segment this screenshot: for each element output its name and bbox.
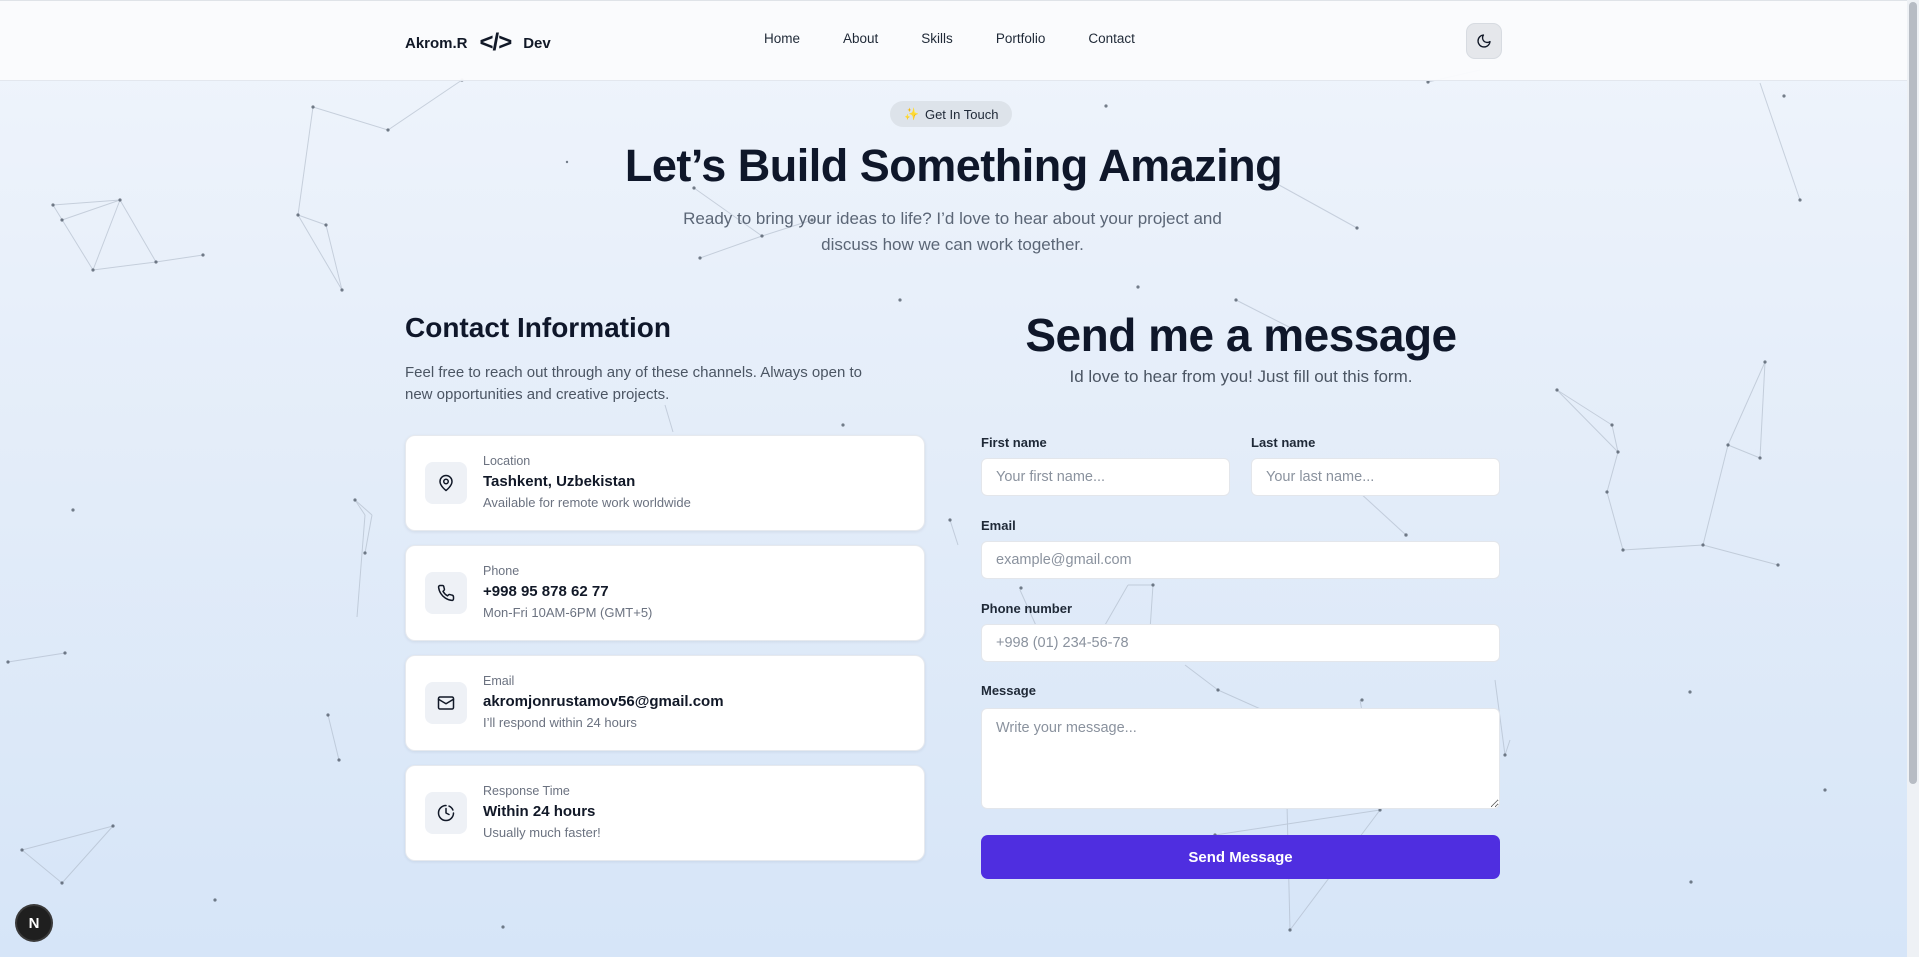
- email-input[interactable]: [981, 541, 1500, 579]
- nav-link-portfolio[interactable]: Portfolio: [996, 31, 1046, 46]
- theme-toggle-button[interactable]: [1466, 23, 1502, 59]
- last-name-label: Last name: [1251, 435, 1316, 450]
- brand-name: Akrom.R: [405, 34, 468, 52]
- nav-link-contact[interactable]: Contact: [1088, 31, 1135, 46]
- hero-subtitle: Ready to bring your ideas to life? I’d l…: [683, 209, 1222, 254]
- form-subtitle: Id love to hear from you! Just fill out …: [1069, 367, 1413, 386]
- response-time-card: Response Time Within 24 hours Usually mu…: [405, 765, 925, 861]
- dev-tools-badge[interactable]: N: [17, 906, 51, 940]
- message-label: Message: [981, 683, 1036, 698]
- phone-icon: [437, 584, 455, 602]
- phone-card: Phone +998 95 878 62 77 Mon-Fri 10AM-6PM…: [405, 545, 925, 641]
- email-note: I’ll respond within 24 hours: [483, 715, 637, 730]
- first-name-label: First name: [981, 435, 1047, 450]
- sparkles-icon: ✨: [904, 107, 919, 121]
- response-time-value: Within 24 hours: [483, 803, 596, 820]
- phone-label: Phone: [483, 564, 520, 578]
- clock-icon: [437, 804, 455, 822]
- phone-number-input[interactable]: [981, 624, 1500, 662]
- hero-title: Let’s Build Something Amazing: [624, 140, 1283, 191]
- nav-links: Home About Skills Portfolio Contact: [764, 31, 1178, 46]
- brand-logo[interactable]: Akrom.R </> Dev: [405, 29, 551, 57]
- nav-link-skills[interactable]: Skills: [921, 31, 953, 46]
- email-icon-box: [425, 682, 467, 724]
- email-value[interactable]: akromjonrustamov56@gmail.com: [483, 693, 724, 710]
- badge-label: Get In Touch: [924, 106, 999, 122]
- location-note: Available for remote work worldwide: [483, 495, 691, 510]
- contact-info-description: Feel free to reach out through any of th…: [405, 364, 862, 403]
- location-value: Tashkent, Uzbekistan: [483, 473, 636, 490]
- mail-icon: [437, 696, 455, 710]
- email-field-label: Email: [981, 518, 1016, 533]
- contact-info-title: Contact Information: [405, 312, 671, 343]
- response-time-label: Response Time: [483, 784, 570, 798]
- location-icon-box: [425, 462, 467, 504]
- email-card: Email akromjonrustamov56@gmail.com I’ll …: [405, 655, 925, 751]
- phone-number-label: Phone number: [981, 601, 1073, 616]
- phone-note: Mon-Fri 10AM-6PM (GMT+5): [483, 605, 653, 620]
- location-label: Location: [483, 454, 531, 468]
- email-label: Email: [483, 674, 515, 688]
- location-card: Location Tashkent, Uzbekistan Available …: [405, 435, 925, 531]
- brand-suffix: Dev: [523, 34, 551, 52]
- nav-link-about[interactable]: About: [843, 31, 878, 46]
- first-name-input[interactable]: [981, 458, 1230, 496]
- send-message-button[interactable]: Send Message: [981, 835, 1500, 879]
- moon-icon: [1477, 34, 1491, 48]
- code-icon: </>: [479, 29, 513, 56]
- get-in-touch-badge: ✨ Get In Touch: [890, 101, 1013, 127]
- navbar: Akrom.R </> Dev Home About Skills Portfo…: [0, 0, 1907, 81]
- map-pin-icon: [439, 474, 453, 492]
- response-time-note: Usually much faster!: [483, 825, 601, 840]
- phone-value[interactable]: +998 95 878 62 77: [483, 583, 609, 600]
- response-time-icon-box: [425, 792, 467, 834]
- scrollbar-thumb[interactable]: [1909, 2, 1917, 784]
- phone-icon-box: [425, 572, 467, 614]
- message-textarea[interactable]: [981, 708, 1500, 809]
- nav-link-home[interactable]: Home: [764, 31, 800, 46]
- form-title: Send me a message: [1025, 309, 1457, 361]
- last-name-input[interactable]: [1251, 458, 1500, 496]
